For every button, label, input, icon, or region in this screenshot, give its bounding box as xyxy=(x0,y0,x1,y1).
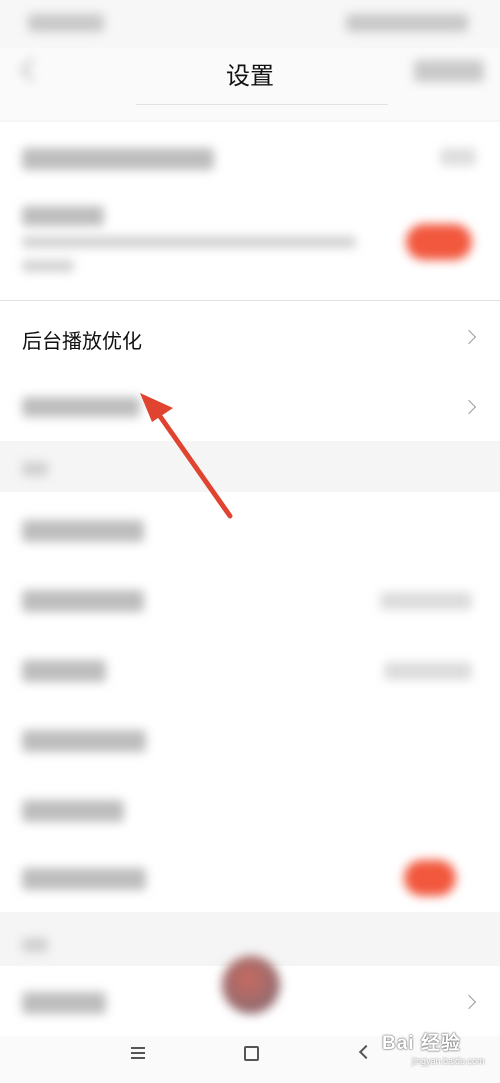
setting-row-label-10 xyxy=(22,992,106,1014)
menu-lines-icon[interactable] xyxy=(131,1047,145,1059)
status-time xyxy=(28,14,104,32)
setting-row-desc-2b xyxy=(22,260,74,272)
status-bar xyxy=(0,0,500,48)
setting-row-desc-2a xyxy=(22,236,356,248)
title-underline xyxy=(136,104,388,105)
floating-avatar[interactable] xyxy=(222,956,280,1014)
header: 设置 xyxy=(0,48,500,120)
setting-row-label-7 xyxy=(22,730,146,752)
setting-row-value-6 xyxy=(384,662,472,680)
setting-row-value-1 xyxy=(440,148,476,166)
setting-row-label-6 xyxy=(22,660,106,682)
setting-row-label-2 xyxy=(22,206,104,226)
status-icons xyxy=(346,14,468,32)
triangle-back-icon[interactable] xyxy=(358,1044,374,1060)
setting-row-label-3 xyxy=(22,397,140,417)
group-header-label-2 xyxy=(22,938,48,952)
settings-section-playback: 后台播放优化 xyxy=(0,301,500,441)
chevron-right-icon xyxy=(461,994,477,1010)
toggle-switch-1[interactable] xyxy=(406,224,472,260)
setting-row-blurred[interactable] xyxy=(0,371,500,441)
square-home-icon[interactable] xyxy=(244,1046,259,1061)
background-play-label: 后台播放优化 xyxy=(22,331,142,353)
setting-row-background-play[interactable]: 后台播放优化 xyxy=(0,301,500,371)
settings-section-top xyxy=(0,122,500,300)
setting-row-label-1 xyxy=(22,148,214,170)
setting-row-label-5 xyxy=(22,590,144,612)
setting-row-label-4 xyxy=(22,520,144,542)
group-header-label xyxy=(22,462,48,476)
setting-row-label-8 xyxy=(22,800,124,822)
header-action[interactable] xyxy=(414,60,484,82)
toggle-switch-2[interactable] xyxy=(404,860,456,896)
watermark-subtext: jingyan.baidu.com xyxy=(412,1056,485,1066)
chevron-right-icon xyxy=(461,329,477,345)
setting-row-value-5 xyxy=(380,592,472,610)
chevron-right-icon xyxy=(461,399,477,415)
watermark-text: Bai 经验 xyxy=(382,1033,461,1054)
settings-section-middle xyxy=(0,492,500,912)
setting-row-label-9 xyxy=(22,868,146,890)
watermark: Bai 经验 jingyan.baidu.com xyxy=(382,1028,494,1078)
